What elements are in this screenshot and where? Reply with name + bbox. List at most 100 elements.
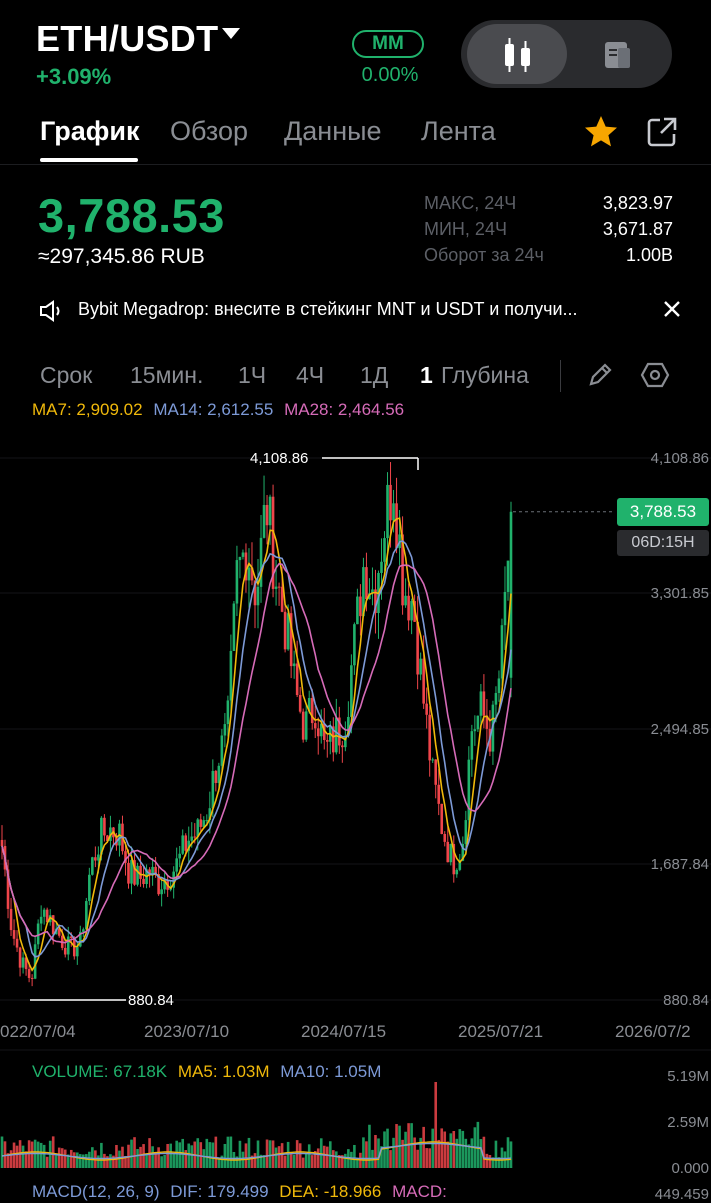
favorite-button[interactable] xyxy=(583,114,619,155)
volume-bar xyxy=(332,1150,335,1168)
candle-body xyxy=(467,759,471,821)
tab-overview[interactable]: Обзор xyxy=(170,116,248,147)
candlestick-view-button[interactable] xyxy=(467,24,567,84)
volume-bar xyxy=(443,1131,447,1168)
interval-15m[interactable]: 15мин. xyxy=(130,362,203,389)
volume-bar xyxy=(413,1137,416,1168)
volume-bar xyxy=(440,1128,444,1168)
candle-body xyxy=(476,715,480,730)
y-tick-1: 3,301.85 xyxy=(650,585,709,602)
tab-data[interactable]: Данные xyxy=(284,116,382,147)
candle-body xyxy=(184,835,188,851)
pair-title[interactable]: ETH/USDT xyxy=(36,18,218,60)
volume-bar xyxy=(85,1154,88,1168)
tab-active-indicator xyxy=(40,158,138,162)
volume-bar xyxy=(160,1156,163,1168)
pencil-icon xyxy=(589,363,612,386)
volume-bar xyxy=(307,1144,311,1168)
volume-bar xyxy=(60,1148,64,1168)
interval-4h[interactable]: 4Ч xyxy=(296,362,324,389)
candle-body xyxy=(235,560,239,604)
volume-bar xyxy=(109,1154,112,1168)
candle-body xyxy=(205,820,209,822)
candle-body xyxy=(160,889,163,895)
stat-low-value: 3,671.87 xyxy=(602,219,673,239)
candle-body xyxy=(503,591,507,626)
share-button[interactable] xyxy=(644,114,680,155)
volume-bar xyxy=(425,1148,428,1168)
candle-body xyxy=(500,625,504,679)
volume-bar xyxy=(485,1153,489,1168)
mm-value: 0.00% xyxy=(361,64,419,86)
candle-body xyxy=(425,703,428,715)
macd-params: MACD(12, 26, 9) xyxy=(32,1182,160,1201)
candle-body xyxy=(175,858,178,872)
volume-bar xyxy=(389,1150,392,1168)
candle-body xyxy=(15,938,19,948)
interval-selected[interactable]: 1 xyxy=(420,362,433,389)
volume-bar xyxy=(274,1147,278,1168)
draw-tool-button[interactable] xyxy=(586,361,614,394)
volume-bar xyxy=(157,1147,160,1168)
volume-legend: VOLUME: 67.18K MA5: 1.03M MA10: 1.05M xyxy=(32,1062,381,1082)
interval-1h[interactable]: 1Ч xyxy=(238,362,266,389)
interval-1d[interactable]: 1Д xyxy=(360,362,388,389)
candle-body xyxy=(36,923,40,945)
stat-high-value: 3,823.97 xyxy=(602,193,673,213)
high-marker-label: 4,108.86 xyxy=(250,450,309,467)
term-label[interactable]: Срок xyxy=(40,362,92,389)
last-price-tag: 3,788.53 xyxy=(617,498,709,526)
candle-body xyxy=(39,916,43,924)
volume-bar xyxy=(69,1149,73,1168)
volume-bar xyxy=(350,1151,353,1168)
last-price: 3,788.53 xyxy=(38,189,225,242)
toolbar-divider xyxy=(560,360,561,392)
macd-tick: 449.459 xyxy=(654,1186,709,1203)
pair-dropdown-icon[interactable] xyxy=(222,28,240,39)
volume-bar xyxy=(54,1155,58,1168)
tab-feed[interactable]: Лента xyxy=(421,116,496,147)
volume-bar xyxy=(172,1153,175,1168)
settings-button[interactable] xyxy=(640,360,670,395)
x-tick-3: 2025/07/21 xyxy=(458,1022,544,1041)
candle-body xyxy=(431,759,434,761)
candle-body xyxy=(136,865,139,885)
candle-body xyxy=(359,596,362,617)
close-announcement-button[interactable] xyxy=(660,297,684,326)
candle-body xyxy=(304,711,308,740)
volume-bar xyxy=(79,1154,82,1168)
candle-body xyxy=(422,658,425,704)
macd-dif: DIF: 179.499 xyxy=(170,1182,269,1201)
volume-bar xyxy=(446,1141,450,1168)
candle-body xyxy=(262,504,266,538)
stat-low-label: МИН, 24Ч xyxy=(424,219,507,239)
volume-bar xyxy=(458,1129,462,1168)
volume-bar xyxy=(151,1146,154,1168)
volume-bar xyxy=(142,1144,145,1168)
volume-bar xyxy=(289,1154,293,1168)
candle-body xyxy=(256,586,260,606)
candle-body xyxy=(88,874,91,902)
candle-body xyxy=(325,739,329,742)
volume-bar xyxy=(325,1146,329,1168)
volume-bar xyxy=(42,1144,46,1168)
mm-badge[interactable]: MM xyxy=(352,30,424,58)
volume-bar xyxy=(244,1143,248,1168)
x-tick-2: 2024/07/15 xyxy=(301,1022,387,1041)
order-book-view-button[interactable] xyxy=(600,38,634,77)
candle-body xyxy=(437,784,441,804)
volume-bar xyxy=(63,1149,67,1168)
candle-body xyxy=(27,969,31,978)
volume-bar xyxy=(238,1140,242,1168)
countdown-tag: 06D:15H xyxy=(617,530,709,556)
volume-bar xyxy=(431,1128,434,1168)
announcement-text[interactable]: Bybit Megadrop: внесите в стейкинг MNT и… xyxy=(78,299,648,320)
candle-body xyxy=(455,869,459,875)
candle-body xyxy=(386,484,389,539)
volume-bar xyxy=(509,1141,513,1168)
depth-tab[interactable]: Глубина xyxy=(441,362,529,389)
volume-bar xyxy=(97,1155,100,1168)
volume-bar xyxy=(51,1136,55,1168)
volume-bar xyxy=(452,1131,456,1168)
tab-chart[interactable]: График xyxy=(40,116,140,147)
